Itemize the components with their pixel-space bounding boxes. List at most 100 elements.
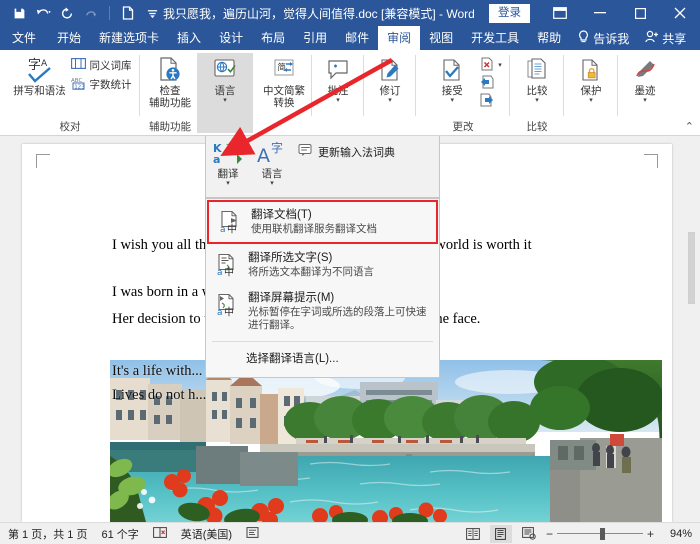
update-ime-dictionary-label: 更新输入法词典 bbox=[318, 146, 395, 159]
spelling-grammar-label: 拼写和语法 bbox=[13, 85, 66, 97]
thesaurus-label: 同义词库 bbox=[89, 59, 132, 72]
svg-text:あ: あ bbox=[225, 142, 235, 154]
proofing-errors-icon[interactable] bbox=[152, 526, 167, 542]
language-submenu-button[interactable]: A 字 语言 ▾ bbox=[250, 136, 294, 187]
compare-icon bbox=[524, 55, 550, 85]
tab-help[interactable]: 帮助 bbox=[528, 26, 570, 50]
menu-item-choose-translation-language[interactable]: 选择翻译语言(L)... bbox=[206, 345, 439, 371]
sign-in-button[interactable]: 登录 bbox=[489, 3, 530, 23]
language-A-icon: A 字 bbox=[257, 138, 287, 168]
window-buttons bbox=[540, 0, 700, 26]
chinese-conversion-button[interactable]: 简 中文简繁 转换 bbox=[253, 53, 315, 109]
reject-button[interactable]: ▾ bbox=[480, 57, 502, 74]
tab-file[interactable]: 文件 bbox=[0, 26, 48, 50]
zoom-slider-thumb[interactable] bbox=[599, 527, 605, 540]
group-compare-label: 比较 bbox=[526, 121, 548, 133]
menu-item-translate-selection[interactable]: a 中 翻译所选文字(S) 将所选文本翻译为不同语言 bbox=[206, 245, 439, 285]
next-change-button[interactable] bbox=[480, 93, 502, 110]
chevron-down-icon[interactable]: ▾ bbox=[498, 62, 502, 69]
redo-icon[interactable] bbox=[56, 3, 78, 23]
group-proofing-label: 校对 bbox=[59, 121, 81, 133]
zoom-slider-track[interactable] bbox=[556, 527, 643, 540]
new-doc-icon[interactable] bbox=[117, 3, 139, 23]
repeat-icon[interactable] bbox=[80, 3, 102, 23]
tell-me-button[interactable]: 告诉我 bbox=[570, 26, 637, 50]
translate-selection-icon: a 中 bbox=[215, 251, 241, 277]
status-bar: 第 1 页，共 1 页 61 个字 英语(美国) − + 94% bbox=[0, 522, 700, 544]
language-status[interactable]: 英语(美国) bbox=[181, 526, 232, 542]
tab-design[interactable]: 设计 bbox=[210, 26, 252, 50]
translate-dropdown-menu: a 中 翻译文档(T) 使用联机翻译服务翻译文档 a 中 翻译所选文字(S) 将… bbox=[205, 198, 440, 378]
track-changes-button[interactable]: 修订 ▾ bbox=[362, 53, 418, 104]
translate-icon: K a あ bbox=[213, 138, 243, 168]
qat-customize-icon[interactable] bbox=[141, 3, 163, 23]
check-accessibility-button[interactable]: 检查 辅助功能 bbox=[142, 53, 198, 109]
zoom-slider[interactable]: − + bbox=[546, 527, 654, 541]
save-icon[interactable] bbox=[8, 3, 30, 23]
protect-button[interactable]: 保护 ▾ bbox=[563, 53, 619, 104]
word-count-label: 字数统计 bbox=[89, 79, 132, 91]
group-ink: 墨迹 ▾ bbox=[618, 50, 672, 136]
collapse-ribbon-button[interactable]: ⌃ bbox=[685, 120, 694, 133]
share-button[interactable]: 共享 bbox=[637, 26, 694, 50]
chevron-down-icon[interactable]: ▾ bbox=[226, 180, 230, 187]
chevron-down-icon[interactable]: ▾ bbox=[643, 97, 647, 104]
tab-view[interactable]: 视图 bbox=[420, 26, 462, 50]
translate-button[interactable]: K a あ 翻译 ▾ bbox=[206, 136, 250, 187]
maximize-icon[interactable] bbox=[620, 0, 660, 26]
view-print-layout-button[interactable] bbox=[489, 524, 512, 543]
tab-developer[interactable]: 开发工具 bbox=[462, 26, 528, 50]
status-bar-left: 第 1 页，共 1 页 61 个字 英语(美国) bbox=[0, 526, 259, 542]
menu-item-translate-screentip[interactable]: a 中 翻译屏幕提示(M) 光标暂停在字词或所选的段落上可快速进行翻译。 bbox=[206, 285, 439, 338]
zoom-in-button[interactable]: + bbox=[647, 527, 654, 541]
undo-icon[interactable] bbox=[32, 3, 54, 23]
tab-home[interactable]: 开始 bbox=[48, 26, 90, 50]
protect-label: 保护 bbox=[580, 85, 602, 97]
tab-layout[interactable]: 布局 bbox=[252, 26, 294, 50]
tab-new-tab[interactable]: 新建选项卡 bbox=[90, 26, 168, 50]
view-read-mode-button[interactable] bbox=[462, 525, 484, 543]
page-info[interactable]: 第 1 页，共 1 页 bbox=[8, 526, 87, 542]
minimize-icon[interactable] bbox=[580, 0, 620, 26]
previous-change-button[interactable] bbox=[480, 75, 502, 92]
tab-references[interactable]: 引用 bbox=[294, 26, 336, 50]
chevron-down-icon[interactable]: ▾ bbox=[450, 97, 454, 104]
view-web-layout-button[interactable] bbox=[518, 525, 540, 543]
ink-button[interactable]: 墨迹 ▾ bbox=[617, 53, 673, 104]
comment-label: 批注 bbox=[327, 85, 349, 97]
tab-mailings[interactable]: 邮件 bbox=[336, 26, 378, 50]
word-count-status[interactable]: 61 个字 bbox=[101, 526, 138, 542]
svg-text:中: 中 bbox=[227, 223, 237, 235]
chevron-down-icon[interactable]: ▾ bbox=[223, 97, 227, 104]
zoom-out-button[interactable]: − bbox=[546, 527, 553, 541]
tab-review[interactable]: 审阅 bbox=[378, 26, 421, 50]
vertical-scrollbar-thumb[interactable] bbox=[688, 232, 695, 304]
close-icon[interactable] bbox=[660, 0, 700, 26]
language-button[interactable]: 语言 ▾ bbox=[197, 53, 253, 133]
chevron-down-icon[interactable]: ▾ bbox=[336, 97, 340, 104]
comment-button[interactable]: 批注 ▾ bbox=[310, 53, 366, 104]
chevron-down-icon[interactable]: ▾ bbox=[270, 180, 274, 187]
thesaurus-button[interactable]: 同义词库 bbox=[70, 57, 132, 73]
accept-button[interactable]: 接受 ▾ bbox=[424, 53, 480, 104]
ribbon-display-options-icon[interactable] bbox=[540, 0, 580, 26]
chevron-down-icon[interactable]: ▾ bbox=[388, 97, 392, 104]
chevron-down-icon[interactable]: ▾ bbox=[589, 97, 593, 104]
simplified-traditional-icon: 简 bbox=[271, 55, 297, 85]
menu-item-translate-document-title: 翻译文档(T) bbox=[251, 209, 312, 221]
accessibility-status-icon[interactable] bbox=[246, 526, 259, 542]
tab-insert[interactable]: 插入 bbox=[168, 26, 210, 50]
svg-text:中: 中 bbox=[224, 306, 234, 318]
compare-button[interactable]: 比较 ▾ bbox=[509, 53, 565, 104]
chevron-down-icon[interactable]: ▾ bbox=[535, 97, 539, 104]
menu-item-translate-screentip-title: 翻译屏幕提示(M) bbox=[248, 292, 335, 304]
svg-text:123: 123 bbox=[74, 84, 85, 90]
check-accessibility-label-2: 辅助功能 bbox=[149, 97, 191, 109]
menu-item-translate-document[interactable]: a 中 翻译文档(T) 使用联机翻译服务翻译文档 bbox=[207, 200, 438, 244]
zoom-percent[interactable]: 94% bbox=[660, 528, 692, 540]
vertical-scrollbar[interactable] bbox=[686, 136, 698, 522]
update-ime-dictionary-button[interactable]: 更新输入法词典 bbox=[294, 136, 395, 161]
word-count-button[interactable]: ABC 123 字数统计 bbox=[71, 76, 132, 93]
spelling-grammar-button[interactable]: 字 A 拼写和语法 bbox=[9, 53, 71, 97]
canal-cityscape-photo[interactable]: It's a life with... Lives do not h... bbox=[110, 360, 662, 522]
